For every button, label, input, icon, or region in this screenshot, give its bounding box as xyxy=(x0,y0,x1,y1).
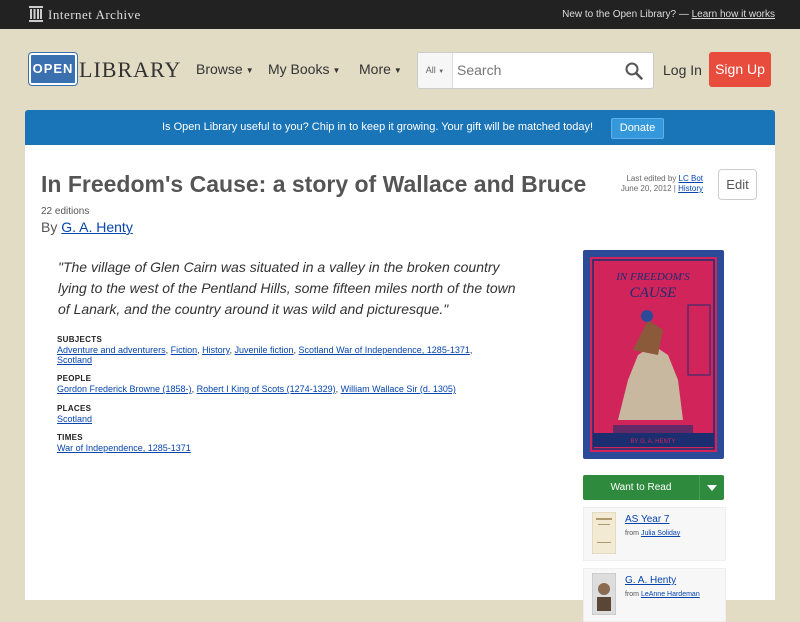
nav-my-books[interactable]: My Books ▼ xyxy=(268,61,340,77)
site-header: OPEN LIBRARY Browse ▼ My Books ▼ More ▼ All… xyxy=(0,29,800,109)
history-link[interactable]: History xyxy=(678,184,703,193)
list-title: G. A. Henty xyxy=(625,575,676,586)
list-thumbnail xyxy=(592,573,616,615)
list-title-link[interactable]: G. A. Henty xyxy=(625,575,676,586)
times-section: TIMES War of Independence, 1285-1371 xyxy=(57,433,517,453)
nav-more-label: More xyxy=(359,61,391,77)
list-from: from xyxy=(625,530,639,537)
list-thumbnail xyxy=(592,512,616,554)
subject-link[interactable]: Scotland xyxy=(57,355,92,365)
subject-link[interactable]: Scotland War of Independence, 1285-1371 xyxy=(299,345,470,355)
open-library-logo[interactable]: OPEN LIBRARY xyxy=(29,49,180,89)
times-heading: TIMES xyxy=(57,433,83,442)
person-link[interactable]: Gordon Frederick Browne (1858-) xyxy=(57,384,192,394)
edit-button[interactable]: Edit xyxy=(718,169,757,200)
list-title: AS Year 7 xyxy=(625,514,669,525)
work-excerpt: "The village of Glen Cairn was situated … xyxy=(58,259,516,317)
internet-archive-bar: Internet Archive New to the Open Library… xyxy=(0,0,800,29)
search-scope-label: All xyxy=(425,65,436,75)
caret-down-icon: ▼ xyxy=(332,65,341,75)
subject-link[interactable]: Juvenile fiction xyxy=(234,345,293,355)
nav-browse-label: Browse xyxy=(196,61,243,77)
person-link[interactable]: William Wallace Sir (d. 1305) xyxy=(341,384,456,394)
list-owner: from Julia Soliday xyxy=(625,530,680,537)
subject-link[interactable]: Fiction xyxy=(171,345,198,355)
caret-down-icon: ▼ xyxy=(393,65,402,75)
login-link[interactable]: Log In xyxy=(663,62,702,78)
subject-link[interactable]: Adventure and adventurers xyxy=(57,345,166,355)
want-to-read-dropdown-icon[interactable] xyxy=(699,475,724,500)
book-cover[interactable]: IN FREEDOM'S CAUSE BY G. A. HENTY xyxy=(583,250,724,459)
list-item[interactable]: G. A. Henty from LeAnne Hardeman xyxy=(583,568,726,622)
nav-browse[interactable]: Browse ▼ xyxy=(196,61,254,77)
cover-title-line1: IN FREEDOM'S xyxy=(615,271,690,283)
list-owner-link[interactable]: Julia Soliday xyxy=(641,530,680,537)
nav-more[interactable]: More ▼ xyxy=(359,61,402,77)
people-section: PEOPLE Gordon Frederick Browne (1858-), … xyxy=(57,374,517,394)
search-icon[interactable] xyxy=(625,62,643,80)
signup-button[interactable]: Sign Up xyxy=(709,52,771,87)
search-input[interactable] xyxy=(453,53,617,86)
person-link[interactable]: Robert I King of Scots (1274-1329) xyxy=(197,384,336,394)
internet-archive-icon[interactable] xyxy=(29,6,43,22)
cover-artwork: IN FREEDOM'S CAUSE BY G. A. HENTY xyxy=(590,257,717,452)
list-owner-link[interactable]: LeAnne Hardeman xyxy=(641,591,700,598)
donate-button[interactable]: Donate xyxy=(611,118,664,139)
caret-down-icon: ▼ xyxy=(245,65,254,75)
people-heading: PEOPLE xyxy=(57,374,92,383)
topbar-promo: New to the Open Library? — Learn how it … xyxy=(562,9,775,20)
subjects-section: SUBJECTS Adventure and adventurers, Fict… xyxy=(57,335,517,365)
internet-archive-link[interactable]: Internet Archive xyxy=(48,7,141,23)
cover-title-line2: CAUSE xyxy=(630,285,677,301)
author-link[interactable]: G. A. Henty xyxy=(61,219,133,235)
donate-banner: Is Open Library useful to you? Chip in t… xyxy=(25,110,775,145)
list-item[interactable]: AS Year 7 from Julia Soliday xyxy=(583,507,726,561)
last-edited-user-link[interactable]: LC Bot xyxy=(679,174,703,183)
last-edited-date: June 20, 2012 | xyxy=(620,184,676,193)
place-link[interactable]: Scotland xyxy=(57,414,92,424)
donate-banner-text: Is Open Library useful to you? Chip in t… xyxy=(162,121,594,133)
subject-link[interactable]: History xyxy=(202,345,229,355)
subjects-heading: SUBJECTS xyxy=(57,335,103,344)
topbar-promo-text: New to the Open Library? — xyxy=(562,9,689,20)
places-heading: PLACES xyxy=(57,404,92,413)
want-to-read-button[interactable]: Want to Read xyxy=(583,475,699,500)
learn-how-link[interactable]: Learn how it works xyxy=(692,9,775,20)
editions-count: 22 editions xyxy=(41,206,90,217)
last-edited-info: Last edited by LC Bot June 20, 2012 | Hi… xyxy=(585,174,703,194)
list-title-link[interactable]: AS Year 7 xyxy=(625,514,669,525)
search-scope-select[interactable]: All ▼ xyxy=(418,53,453,88)
list-from: from xyxy=(625,591,639,598)
search-bar: All ▼ xyxy=(417,52,654,89)
byline-prefix: By xyxy=(41,219,58,235)
time-link[interactable]: War of Independence, 1285-1371 xyxy=(57,443,191,453)
last-edited-prefix: Last edited by xyxy=(626,174,677,183)
work-title: In Freedom's Cause: a story of Wallace a… xyxy=(41,171,587,197)
caret-down-icon: ▼ xyxy=(438,69,445,75)
logo-text: LIBRARY xyxy=(79,57,182,82)
byline: By G. A. Henty xyxy=(41,219,133,235)
list-owner: from LeAnne Hardeman xyxy=(625,591,700,598)
logo-badge: OPEN xyxy=(29,53,77,85)
cover-author: BY G. A. HENTY xyxy=(631,439,676,445)
work-panel: In Freedom's Cause: a story of Wallace a… xyxy=(25,145,775,622)
nav-my-books-label: My Books xyxy=(268,61,330,77)
places-section: PLACES Scotland xyxy=(57,404,517,424)
want-to-read-control: Want to Read xyxy=(583,475,724,500)
